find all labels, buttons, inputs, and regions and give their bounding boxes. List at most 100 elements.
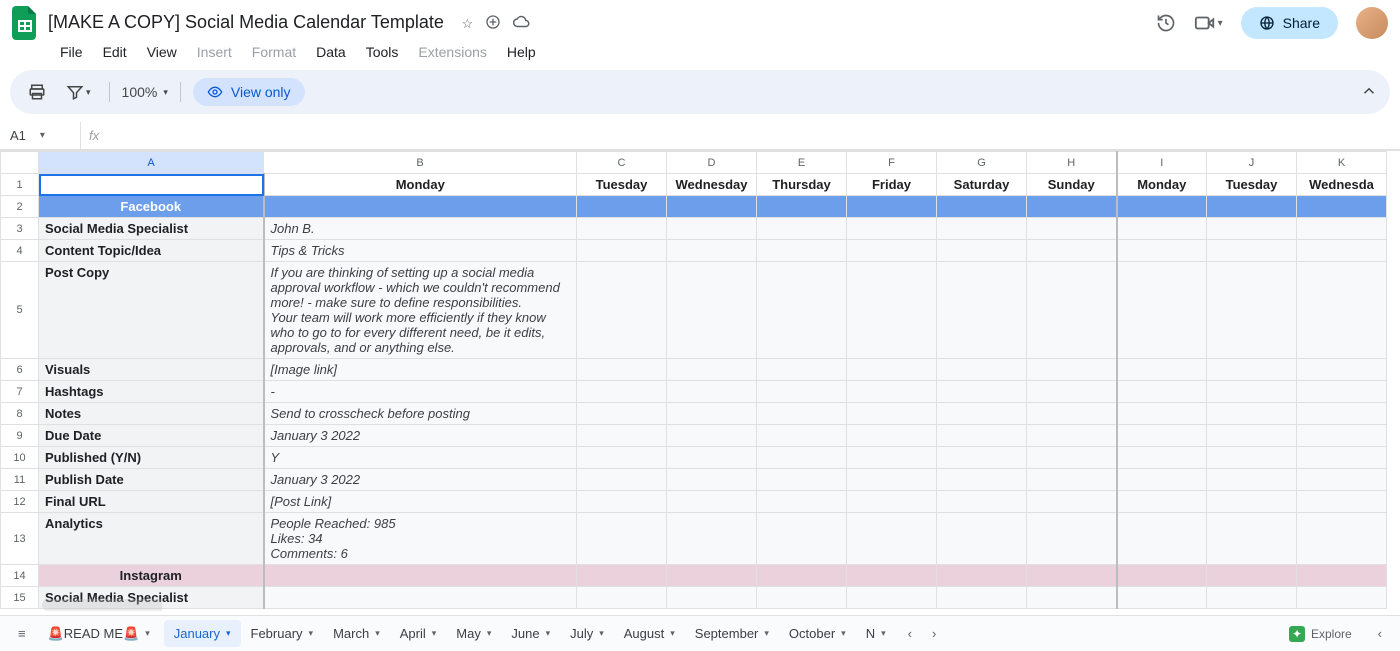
cell[interactable] <box>577 469 667 491</box>
cell[interactable]: Due Date <box>39 425 264 447</box>
cell[interactable] <box>1207 447 1297 469</box>
cell[interactable]: Hashtags <box>39 381 264 403</box>
cell[interactable] <box>577 359 667 381</box>
fx-icon[interactable]: fx <box>80 122 107 149</box>
cell[interactable]: Social Media Specialist <box>39 218 264 240</box>
cell[interactable] <box>667 491 757 513</box>
view-only-pill[interactable]: View only <box>193 78 305 106</box>
cell[interactable] <box>667 425 757 447</box>
all-sheets-icon[interactable]: ≡ <box>10 622 34 645</box>
sheet-tab[interactable]: October▾ <box>779 620 856 647</box>
cell[interactable] <box>1297 403 1387 425</box>
cell[interactable]: Facebook <box>39 196 264 218</box>
col-header[interactable]: E <box>757 152 847 174</box>
cell[interactable] <box>1207 587 1297 609</box>
horizontal-scrollbar[interactable] <box>42 599 542 611</box>
menu-view[interactable]: View <box>139 40 185 64</box>
cell[interactable] <box>757 447 847 469</box>
zoom-dropdown[interactable]: 100%▾ <box>122 84 168 100</box>
sheet-tab[interactable]: N▾ <box>856 620 896 647</box>
sheet-tab[interactable]: February▾ <box>241 620 324 647</box>
sheet-nav-next-icon[interactable]: › <box>924 622 944 645</box>
cell[interactable] <box>1027 218 1117 240</box>
cell[interactable] <box>937 425 1027 447</box>
cell[interactable] <box>577 218 667 240</box>
sheet-tab[interactable]: April▾ <box>390 620 447 647</box>
cell[interactable] <box>1297 447 1387 469</box>
col-header[interactable]: J <box>1207 152 1297 174</box>
cell[interactable] <box>1207 359 1297 381</box>
cell[interactable] <box>1207 196 1297 218</box>
sheet-tab[interactable]: July▾ <box>560 620 614 647</box>
cell[interactable] <box>1027 359 1117 381</box>
cell[interactable] <box>847 359 937 381</box>
cell[interactable] <box>1297 196 1387 218</box>
cell[interactable] <box>937 403 1027 425</box>
cell[interactable] <box>757 565 847 587</box>
cell[interactable] <box>1207 565 1297 587</box>
col-header[interactable]: H <box>1027 152 1117 174</box>
menu-data[interactable]: Data <box>308 40 354 64</box>
cell[interactable] <box>667 359 757 381</box>
cell[interactable] <box>1117 565 1207 587</box>
col-header[interactable]: G <box>937 152 1027 174</box>
cell[interactable]: Send to crosscheck before posting <box>264 403 577 425</box>
cell[interactable] <box>847 513 937 565</box>
cell[interactable] <box>577 240 667 262</box>
cell[interactable]: - <box>264 381 577 403</box>
cell[interactable] <box>1117 218 1207 240</box>
cell[interactable]: Monday <box>1117 174 1207 196</box>
cell[interactable] <box>667 381 757 403</box>
account-avatar[interactable] <box>1356 7 1388 39</box>
cell[interactable]: Instagram <box>39 565 264 587</box>
cell[interactable] <box>667 513 757 565</box>
cell[interactable] <box>1117 587 1207 609</box>
cell[interactable]: Monday <box>264 174 577 196</box>
cell[interactable] <box>577 513 667 565</box>
move-icon[interactable] <box>485 14 501 33</box>
cell[interactable] <box>847 565 937 587</box>
cell[interactable]: January 3 2022 <box>264 469 577 491</box>
history-icon[interactable] <box>1156 13 1176 33</box>
cell[interactable] <box>937 218 1027 240</box>
cell[interactable] <box>847 240 937 262</box>
cell[interactable] <box>1117 262 1207 359</box>
cell[interactable] <box>1207 262 1297 359</box>
cell[interactable] <box>1297 218 1387 240</box>
cell[interactable] <box>937 262 1027 359</box>
cell[interactable] <box>1207 425 1297 447</box>
cloud-status-icon[interactable] <box>513 13 531 34</box>
cell[interactable]: Y <box>264 447 577 469</box>
col-header[interactable]: C <box>577 152 667 174</box>
cell[interactable] <box>1027 240 1117 262</box>
meet-icon[interactable]: ▾ <box>1194 12 1223 34</box>
cell[interactable] <box>264 196 577 218</box>
cell[interactable]: Wednesda <box>1297 174 1387 196</box>
cell[interactable]: Thursday <box>757 174 847 196</box>
cell[interactable] <box>847 587 937 609</box>
cell[interactable]: January 3 2022 <box>264 425 577 447</box>
cell[interactable] <box>39 174 264 196</box>
cell[interactable]: Wednesday <box>667 174 757 196</box>
cell[interactable]: [Image link] <box>264 359 577 381</box>
cell[interactable] <box>1117 359 1207 381</box>
cell[interactable] <box>1297 469 1387 491</box>
cell[interactable] <box>1027 469 1117 491</box>
cell[interactable] <box>1117 240 1207 262</box>
cell[interactable] <box>847 425 937 447</box>
cell[interactable] <box>1027 587 1117 609</box>
explore-button[interactable]: ✦Explore <box>1281 622 1360 646</box>
cell[interactable] <box>937 381 1027 403</box>
sheets-app-icon[interactable] <box>12 6 38 40</box>
cell[interactable]: If you are thinking of setting up a soci… <box>264 262 577 359</box>
col-header[interactable]: K <box>1297 152 1387 174</box>
col-header[interactable]: I <box>1117 152 1207 174</box>
cell[interactable] <box>757 491 847 513</box>
cell[interactable] <box>667 196 757 218</box>
cell[interactable] <box>667 403 757 425</box>
spreadsheet-grid[interactable]: ABCDEFGHIJK1MondayTuesdayWednesdayThursd… <box>0 151 1387 609</box>
cell[interactable]: Saturday <box>937 174 1027 196</box>
formula-input[interactable] <box>107 122 1400 149</box>
cell[interactable] <box>1297 491 1387 513</box>
cell[interactable] <box>937 359 1027 381</box>
